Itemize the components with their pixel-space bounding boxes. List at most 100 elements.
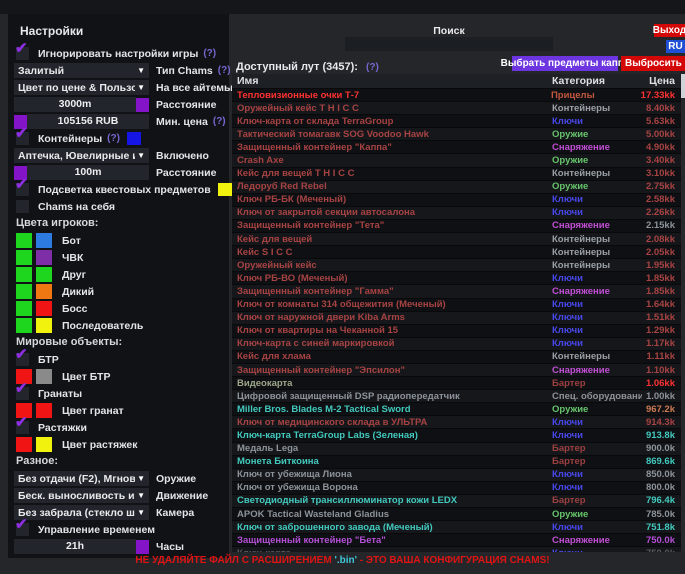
config-warning-text: НЕ УДАЛЯЙТЕ ФАЙЛ С РАСШИРЕНИЕМ '.bin' - … — [0, 555, 685, 566]
color-swatch[interactable] — [16, 437, 32, 452]
color-swatch[interactable] — [36, 233, 52, 248]
dropdown[interactable]: Без отдачи (F2), Мгновенное п▼ — [14, 471, 149, 486]
loot-row[interactable]: ВидеокартаБартер1.06kk — [232, 376, 681, 389]
checkbox[interactable]: ✔ — [16, 183, 29, 196]
help-icon: (?) — [203, 48, 216, 59]
color-swatch[interactable] — [16, 250, 32, 265]
loot-row[interactable]: Ключ-картаКлючи750.0k — [232, 546, 681, 552]
language-button[interactable]: RU — [666, 40, 685, 53]
loot-table-scrollbar[interactable] — [681, 74, 685, 552]
value-input[interactable]: 3000m — [14, 97, 136, 112]
loot-item-price: 4.90kk — [642, 142, 681, 153]
checkbox[interactable] — [16, 200, 29, 213]
loot-row[interactable]: Ключ от квартиры на Чеканной 15Ключи1.29… — [232, 324, 681, 337]
loot-row[interactable]: Оружейный кейсКонтейнеры1.95kk — [232, 258, 681, 271]
select-kappa-items-button[interactable]: Выбрать предметы каппа — [512, 56, 618, 71]
checkbox[interactable]: ✔ — [16, 387, 29, 400]
value-input[interactable]: 21h — [14, 539, 136, 554]
loot-table-body: Тепловизионные очки Т-7Прицелы17.33kkОру… — [232, 88, 681, 552]
checkbox-label: Контейнеры — [38, 133, 102, 145]
color-swatch[interactable] — [16, 318, 32, 333]
dropdown[interactable]: Беск. выносливость и нет уста▼ — [14, 488, 149, 503]
color-swatch[interactable] — [36, 437, 52, 452]
loot-row[interactable]: Ключ-карта TerraGroup Labs (Зеленая)Ключ… — [232, 428, 681, 441]
dropdown[interactable]: Залитый▼ — [14, 63, 149, 78]
loot-item-category: Прицелы — [551, 90, 641, 101]
loot-row[interactable]: Защищенный контейнер "Каппа"Снаряжение4.… — [232, 140, 681, 153]
loot-row[interactable]: Кейс для вещей T H I C CКонтейнеры3.10kk — [232, 167, 681, 180]
color-swatch[interactable] — [36, 301, 52, 316]
loot-row[interactable]: Ключ от заброшенного завода (Меченый)Клю… — [232, 520, 681, 533]
loot-row[interactable]: Miller Bros. Blades M-2 Tactical SwordОр… — [232, 402, 681, 415]
loot-row[interactable]: Монета БиткоинаБартер869.6k — [232, 455, 681, 468]
loot-row[interactable]: Ключ от убежища ЛионаКлючи850.0k — [232, 468, 681, 481]
color-swatch[interactable] — [16, 284, 32, 299]
checkmark-icon: ✔ — [15, 126, 28, 141]
loot-row[interactable]: Медаль LegaБартер900.0k — [232, 442, 681, 455]
checkbox[interactable]: ✔ — [16, 353, 29, 366]
loot-row[interactable]: Кейс S I C CКонтейнеры2.05kk — [232, 245, 681, 258]
loot-row[interactable]: Кейс для вещейКонтейнеры2.08kk — [232, 232, 681, 245]
loot-row[interactable]: Тактический томагавк SOG Voodoo HawkОруж… — [232, 127, 681, 140]
color-swatch[interactable] — [16, 233, 32, 248]
checkmark-icon: ✔ — [15, 347, 28, 362]
color-swatch[interactable] — [36, 250, 52, 265]
loot-row[interactable]: Ключ от медицинского склада в УЛЬТРАКлюч… — [232, 415, 681, 428]
loot-row[interactable]: Тепловизионные очки Т-7Прицелы17.33kk — [232, 88, 681, 101]
color-swatch[interactable] — [36, 403, 52, 418]
loot-item-category: Оружие — [552, 155, 642, 166]
available-loot-title: Доступный лут (3457): (?) — [236, 61, 379, 73]
checkbox[interactable]: ✔ — [16, 421, 29, 434]
loot-row[interactable]: Ключ от комнаты 314 общежития (Меченый)К… — [232, 298, 681, 311]
exit-button[interactable]: Выход — [654, 24, 685, 37]
loot-row[interactable]: Защищенный контейнер "Эпсилон"Снаряжение… — [232, 363, 681, 376]
loot-row[interactable]: Оружейный кейс T H I C CКонтейнеры8.40kk — [232, 101, 681, 114]
color-swatch[interactable] — [36, 267, 52, 282]
loot-row[interactable]: Ключ РБ-БК (Меченый)Ключи2.58kk — [232, 193, 681, 206]
loot-row[interactable]: Crash AxeОружие3.40kk — [232, 153, 681, 166]
dump-all-button[interactable]: Выбросить все — [621, 56, 685, 71]
dropdown-label: Движение — [156, 490, 208, 502]
loot-row[interactable]: Защищенный контейнер "Гамма"Снаряжение1.… — [232, 284, 681, 297]
loot-row[interactable]: Защищенный контейнер "Бета"Снаряжение750… — [232, 533, 681, 546]
color-swatch[interactable] — [218, 183, 232, 196]
loot-item-category: Снаряжение — [552, 142, 642, 153]
color-swatch[interactable] — [127, 132, 141, 145]
value-input[interactable]: 100m — [27, 165, 149, 180]
loot-item-price: 869.6k — [642, 456, 681, 467]
loot-row[interactable]: Ключ от закрытой секции автосалонаКлючи2… — [232, 206, 681, 219]
color-swatch[interactable] — [16, 267, 32, 282]
color-swatch[interactable] — [16, 301, 32, 316]
dropdown[interactable]: Цвет по цене & Пользователь▼ — [14, 80, 149, 95]
loot-row[interactable]: Ключ-карта с синей маркировкойКлючи1.17k… — [232, 337, 681, 350]
loot-row[interactable]: Цифровой защищенный DSP радиопередатчикС… — [232, 389, 681, 402]
pair-row: Цвет БТР — [14, 369, 223, 384]
loot-item-category: Снаряжение — [552, 220, 642, 231]
loot-row[interactable]: Кейс для хламаКонтейнеры1.11kk — [232, 350, 681, 363]
dropdown[interactable]: Без забрала (стекло шлема)▼ — [14, 505, 149, 520]
value-input[interactable]: 105156 RUB — [27, 114, 149, 129]
loot-item-name: Ключ от убежища Лиона — [232, 469, 552, 480]
color-pair-label: Босс — [62, 303, 88, 315]
scrollbar-thumb[interactable] — [681, 74, 685, 98]
checkbox[interactable]: ✔ — [16, 47, 29, 60]
loot-row[interactable]: Ключ-карта от склада TerraGroupКлючи5.63… — [232, 114, 681, 127]
color-swatch[interactable] — [136, 98, 149, 112]
checkbox[interactable]: ✔ — [16, 523, 29, 536]
loot-row[interactable]: Ключ от убежища ВоронаКлючи800.0k — [232, 481, 681, 494]
color-swatch[interactable] — [36, 369, 52, 384]
loot-row[interactable]: Светодиодный трансиллюминатор кожи LEDXБ… — [232, 494, 681, 507]
loot-row[interactable]: Защищенный контейнер "Тета"Снаряжение2.1… — [232, 219, 681, 232]
search-input[interactable] — [345, 37, 553, 51]
checkbox[interactable]: ✔ — [16, 132, 29, 145]
loot-row[interactable]: Ключ от наружной двери Kiba ArmsКлючи1.5… — [232, 311, 681, 324]
color-swatch[interactable] — [36, 318, 52, 333]
loot-row[interactable]: APOK Tactical Wasteland GladiusОружие785… — [232, 507, 681, 520]
color-swatch[interactable] — [36, 284, 52, 299]
loot-item-price: 914.3k — [642, 417, 681, 428]
loot-item-name: Тепловизионные очки Т-7 — [232, 90, 551, 101]
loot-row[interactable]: Ключ РБ-ВО (Меченый)Ключи1.85kk — [232, 271, 681, 284]
loot-row[interactable]: Ледоруб Red RebelОружие2.75kk — [232, 180, 681, 193]
color-swatch[interactable] — [136, 540, 149, 554]
dropdown[interactable]: Аптечка, Ювелирные и...▼ — [14, 148, 149, 163]
